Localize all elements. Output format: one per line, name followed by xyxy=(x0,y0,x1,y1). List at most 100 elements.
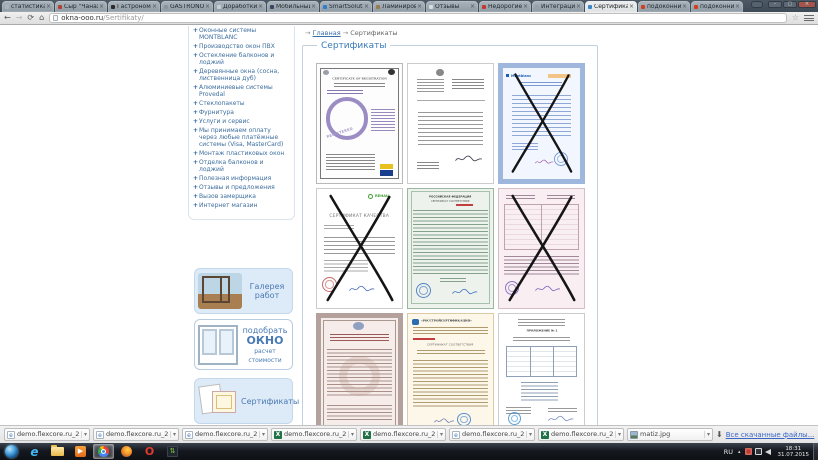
certificate-montblanc-certificate[interactable]: Montblanc xyxy=(498,63,585,184)
certificate-pink-certificate-table[interactable] xyxy=(498,188,585,309)
download-item[interactable]: e demo.flexcore.ru_2...html ▾ xyxy=(449,428,535,441)
certificate-bsi-certificate-of-registration[interactable]: CERTIFICATE OF REGISTRATIONREGISTERED xyxy=(316,63,403,184)
tab-close-icon[interactable]: × xyxy=(417,4,422,10)
download-item-caret-icon[interactable]: ▾ xyxy=(437,431,443,438)
show-desktop-button[interactable] xyxy=(813,443,818,460)
taskbar-opera[interactable]: O xyxy=(139,444,160,459)
certificate-russian-federation-certificate-of-conformity[interactable]: РОССИЙСКАЯ ФЕДЕРАЦИЯСЕРТИФИКАТ СООТВЕТСТ… xyxy=(407,188,494,309)
start-button[interactable] xyxy=(1,444,22,459)
browser-tab[interactable]: GASTRONOM × xyxy=(161,1,213,12)
taskbar-firefox[interactable] xyxy=(116,444,137,459)
tab-close-icon[interactable]: × xyxy=(629,4,634,10)
browser-tab[interactable]: Недорогие × xyxy=(479,1,531,12)
taskbar-file-explorer[interactable] xyxy=(47,444,68,459)
certificate-sanitary-epidemiological-conclusion[interactable] xyxy=(316,313,403,425)
browser-tab[interactable]: статистика × xyxy=(2,1,54,12)
tab-close-icon[interactable]: × xyxy=(311,4,316,10)
download-item[interactable]: e demo.flexcore.ru_2...html ▾ xyxy=(4,428,90,441)
sidebar-menu-item[interactable]: + Услуги и сервис xyxy=(193,118,290,125)
download-item-caret-icon[interactable]: ▾ xyxy=(259,431,265,438)
sidebar-menu-item[interactable]: + Монтаж пластиковых окон xyxy=(193,150,290,157)
browser-tab[interactable]: Сертификат × xyxy=(585,1,637,12)
sidebar-menu-item[interactable]: + Производство окон ПВХ xyxy=(193,43,290,50)
download-item[interactable]: X demo.flexcore.ru_29....csv ▾ xyxy=(271,428,357,441)
sidebar-menu-item[interactable]: + Стеклопакеты xyxy=(193,100,290,107)
taskbar-internet-explorer[interactable]: e xyxy=(24,444,45,459)
download-item[interactable]: e demo.flexcore.ru_2...html ▾ xyxy=(182,428,268,441)
certificate-appendix-no-1[interactable]: ПРИЛОЖЕНИЕ № 1 xyxy=(498,313,585,425)
sidebar-menu-item[interactable]: + Деревянные окна (сосна, лиственница ду… xyxy=(193,68,290,82)
volume-icon[interactable] xyxy=(765,449,771,455)
sidebar-menu-item[interactable]: + Отзывы и предложения xyxy=(193,184,290,191)
forward-button[interactable]: → xyxy=(16,14,23,22)
browser-tab[interactable]: Гастрономи × xyxy=(108,1,160,12)
window-picker-box[interactable]: подобрать ОКНО расчет стоимости xyxy=(194,319,293,370)
download-item[interactable]: matiz.jpg ▾ xyxy=(627,428,713,441)
breadcrumb-home-link[interactable]: Главная xyxy=(313,29,341,37)
browser-tab[interactable]: Доработки × xyxy=(214,1,266,12)
tab-close-icon[interactable]: × xyxy=(470,4,475,10)
language-indicator[interactable]: RU xyxy=(724,448,733,456)
sidebar-menu-item[interactable]: + Фурнитура xyxy=(193,109,290,116)
browser-tab[interactable]: Мобильный × xyxy=(267,1,319,12)
tab-close-icon[interactable]: × xyxy=(152,4,157,10)
browser-tab[interactable]: Ламиниров × xyxy=(373,1,425,12)
certificate-rosstroy-certificate-of-conformity[interactable]: «РОССТРОЙСЕРТИФИКАЦИЯ»СЕРТИФИКАТ СООТВЕТ… xyxy=(407,313,494,425)
download-item-caret-icon[interactable]: ▾ xyxy=(526,431,532,438)
tray-app-icon[interactable] xyxy=(745,448,752,455)
tab-close-icon[interactable]: × xyxy=(682,4,687,10)
browser-tab[interactable]: подоконни × xyxy=(638,1,690,12)
tab-close-icon[interactable]: × xyxy=(205,4,210,10)
sidebar-menu-item[interactable]: + Отделка балконов и лоджий xyxy=(193,159,290,173)
sidebar-menu-item[interactable]: + Интернет магазин xyxy=(193,202,290,209)
bookmark-star-icon[interactable]: ☆ xyxy=(792,14,799,22)
sidebar-menu-item[interactable]: + Алюминиевые системы Provedal xyxy=(193,84,290,98)
tab-close-icon[interactable]: × xyxy=(364,4,369,10)
window-maximize-button[interactable]: ▢ xyxy=(783,1,797,8)
window-extra-button[interactable] xyxy=(751,1,763,8)
home-button[interactable]: ⌂ xyxy=(39,14,44,22)
gallery-box[interactable]: Галерея работ xyxy=(194,268,293,314)
tab-close-icon[interactable]: × xyxy=(576,4,581,10)
tab-close-icon[interactable]: × xyxy=(735,4,740,10)
taskbar-chrome[interactable] xyxy=(93,444,114,459)
certificate-rehau-quality-certificate[interactable]: REHAUСЕРТИФИКАТ КАЧЕСТВА xyxy=(316,188,403,309)
taskbar-download-manager[interactable]: ⇅ xyxy=(162,444,183,459)
download-item[interactable]: X demo.flexcore.ru_29....csv ▾ xyxy=(538,428,624,441)
hidden-icons-button[interactable]: ▴ xyxy=(738,449,741,455)
reload-button[interactable]: ⟳ xyxy=(27,14,34,22)
taskbar-media-player[interactable]: ▶ xyxy=(70,444,91,459)
clock[interactable]: 18:31 31.07.2015 xyxy=(778,446,810,458)
download-item-caret-icon[interactable]: ▾ xyxy=(615,431,621,438)
sidebar-menu-item[interactable]: + Полезная информация xyxy=(193,175,290,182)
browser-menu-icon[interactable] xyxy=(804,14,814,22)
sidebar-menu-item[interactable]: + Оконные системы MONTBLANC xyxy=(193,27,290,41)
sidebar-menu-item[interactable]: + Вызов замерщика xyxy=(193,193,290,200)
browser-tab[interactable]: подоконни × xyxy=(691,1,743,12)
network-icon[interactable] xyxy=(755,448,762,455)
show-all-downloads[interactable]: ⬇ Все скачанные файлы... xyxy=(716,431,814,439)
download-item-caret-icon[interactable]: ▾ xyxy=(81,431,87,438)
window-close-button[interactable]: × xyxy=(798,1,816,8)
tab-close-icon[interactable]: × xyxy=(99,4,104,10)
tab-label: Доработки xyxy=(223,4,257,10)
address-bar[interactable]: okna-ooo.ru/Sertifikaty/ xyxy=(49,13,787,23)
download-item-caret-icon[interactable]: ▾ xyxy=(348,431,354,438)
tab-close-icon[interactable]: × xyxy=(258,4,263,10)
tab-close-icon[interactable]: × xyxy=(523,4,528,10)
back-button[interactable]: ← xyxy=(4,14,11,22)
window-minimize-button[interactable]: – xyxy=(768,1,782,8)
tab-close-icon[interactable]: × xyxy=(46,4,51,10)
sidebar-menu-item[interactable]: + Мы принимаем оплату через любые платёж… xyxy=(193,127,290,148)
download-item[interactable]: e demo.flexcore.ru_2...html ▾ xyxy=(93,428,179,441)
download-item[interactable]: X demo.flexcore.ru_29....csv ▾ xyxy=(360,428,446,441)
browser-tab[interactable]: Отзывы × xyxy=(426,1,478,12)
download-item-caret-icon[interactable]: ▾ xyxy=(170,431,176,438)
browser-tab[interactable]: Интеграция × xyxy=(532,1,584,12)
browser-tab[interactable]: Сыр "Чанах" × xyxy=(55,1,107,12)
sidebar-menu-item[interactable]: + Остекление балконов и лоджий xyxy=(193,52,290,66)
browser-tab[interactable]: SmartSoluti × xyxy=(320,1,372,12)
certificate-ministry-letter[interactable] xyxy=(407,63,494,184)
certificates-box[interactable]: Сертификаты xyxy=(194,378,293,424)
download-item-caret-icon[interactable]: ▾ xyxy=(704,431,710,438)
